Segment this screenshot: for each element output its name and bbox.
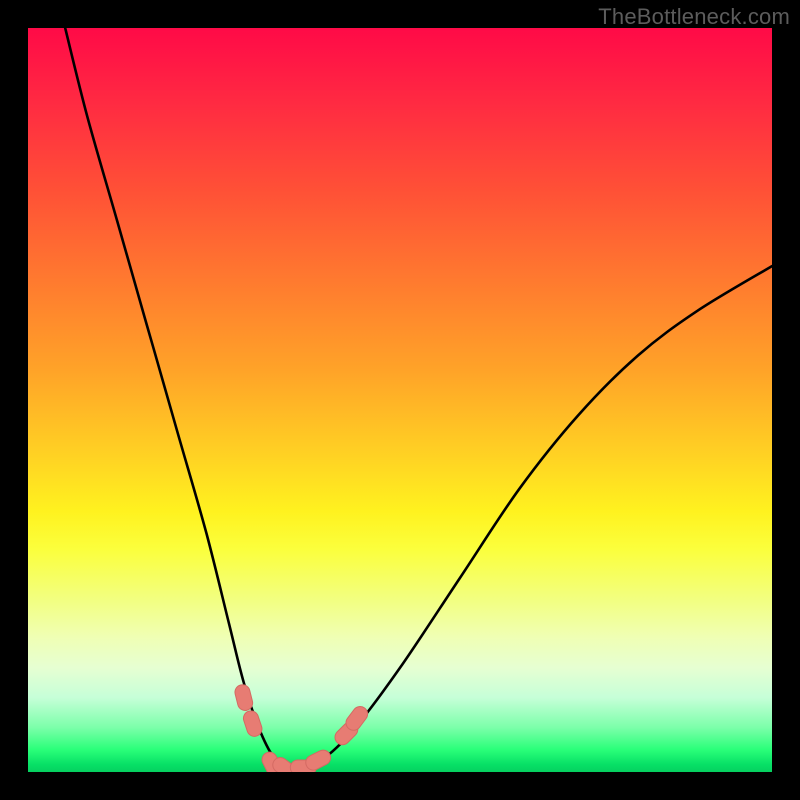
chart-frame: TheBottleneck.com: [0, 0, 800, 800]
plot-area: [28, 28, 772, 772]
bottleneck-curve: [28, 28, 772, 772]
watermark-text: TheBottleneck.com: [598, 4, 790, 30]
